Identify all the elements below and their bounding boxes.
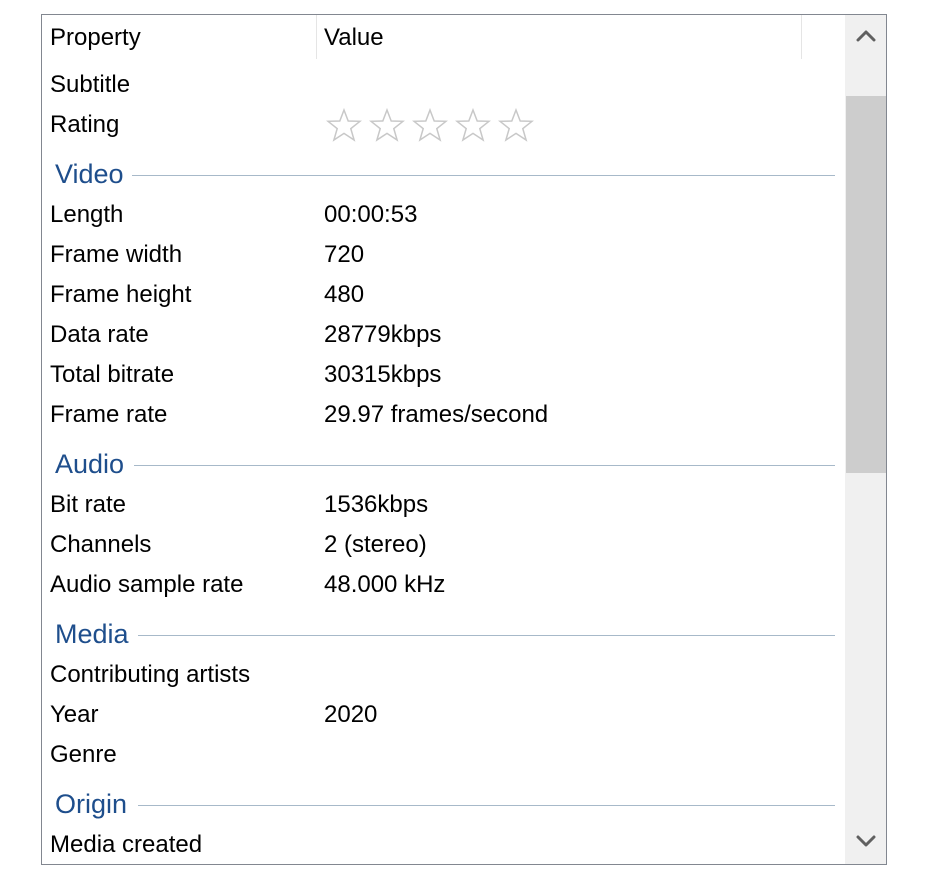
property-key: Year bbox=[50, 701, 99, 728]
property-row-genre[interactable]: Genre bbox=[42, 735, 845, 775]
column-header-property[interactable]: Property bbox=[50, 15, 315, 59]
group-header-media: Media bbox=[42, 609, 845, 659]
group-header-origin: Origin bbox=[42, 779, 845, 829]
properties-panel: Property Value Subtitle Rating Video Len… bbox=[41, 14, 887, 865]
property-key: Genre bbox=[50, 741, 117, 768]
property-value: 30315kbps bbox=[324, 361, 442, 388]
property-key: Bit rate bbox=[50, 491, 127, 518]
scroll-down-button[interactable] bbox=[845, 820, 886, 864]
group-title: Origin bbox=[55, 789, 128, 819]
property-list: Property Value Subtitle Rating Video Len… bbox=[42, 15, 845, 864]
star-outline-icon[interactable] bbox=[367, 105, 410, 145]
group-header-video: Video bbox=[42, 149, 845, 199]
property-row-audio-sample-rate[interactable]: Audio sample rate 48.000 kHz bbox=[42, 565, 845, 605]
property-row-media-created[interactable]: Media created bbox=[42, 825, 845, 864]
chevron-down-icon bbox=[856, 835, 876, 847]
property-key: Frame width bbox=[50, 241, 183, 268]
property-row-year[interactable]: Year 2020 bbox=[42, 695, 845, 735]
column-header-value[interactable]: Value bbox=[316, 15, 802, 59]
property-value: 28779kbps bbox=[324, 321, 442, 348]
group-title: Video bbox=[55, 159, 124, 189]
property-row-frame-rate[interactable]: Frame rate 29.97 frames/second bbox=[42, 395, 845, 435]
scrollbar-thumb[interactable] bbox=[846, 96, 886, 473]
property-value: 480 bbox=[324, 281, 365, 308]
group-divider bbox=[138, 805, 835, 806]
star-outline-icon[interactable] bbox=[453, 105, 496, 145]
property-key: Rating bbox=[50, 111, 120, 138]
property-row-data-rate[interactable]: Data rate 28779kbps bbox=[42, 315, 845, 355]
property-value: 720 bbox=[324, 241, 365, 268]
property-row-contributing-artists[interactable]: Contributing artists bbox=[42, 655, 845, 695]
group-divider bbox=[134, 465, 835, 466]
star-outline-icon[interactable] bbox=[410, 105, 453, 145]
property-key: Frame rate bbox=[50, 401, 168, 428]
property-row-length[interactable]: Length 00:00:53 bbox=[42, 195, 845, 235]
property-key: Contributing artists bbox=[50, 661, 251, 688]
property-row-subtitle[interactable]: Subtitle bbox=[42, 65, 845, 105]
rating-stars[interactable] bbox=[324, 105, 539, 145]
group-title: Media bbox=[55, 619, 129, 649]
property-row-frame-height[interactable]: Frame height 480 bbox=[42, 275, 845, 315]
property-row-bit-rate[interactable]: Bit rate 1536kbps bbox=[42, 485, 845, 525]
column-header: Property Value bbox=[42, 15, 845, 59]
property-key: Channels bbox=[50, 531, 152, 558]
chevron-up-icon bbox=[856, 30, 876, 42]
property-key: Subtitle bbox=[50, 71, 131, 98]
property-key: Frame height bbox=[50, 281, 192, 308]
group-title: Audio bbox=[55, 449, 125, 479]
property-value: 2 (stereo) bbox=[324, 531, 427, 558]
property-key: Data rate bbox=[50, 321, 149, 348]
property-key: Total bitrate bbox=[50, 361, 175, 388]
property-key: Audio sample rate bbox=[50, 571, 244, 598]
property-value: 00:00:53 bbox=[324, 201, 418, 228]
property-row-frame-width[interactable]: Frame width 720 bbox=[42, 235, 845, 275]
property-key: Media created bbox=[50, 831, 203, 858]
group-header-audio: Audio bbox=[42, 439, 845, 489]
group-divider bbox=[138, 635, 835, 636]
property-key: Length bbox=[50, 201, 124, 228]
property-value: 1536kbps bbox=[324, 491, 429, 518]
star-outline-icon[interactable] bbox=[324, 105, 367, 145]
property-value: 48.000 kHz bbox=[324, 571, 446, 598]
vertical-scrollbar[interactable] bbox=[845, 15, 886, 864]
property-row-rating[interactable]: Rating bbox=[42, 105, 845, 145]
property-value[interactable]: 2020 bbox=[324, 695, 377, 735]
star-outline-icon[interactable] bbox=[496, 105, 539, 145]
group-divider bbox=[132, 175, 835, 176]
property-value: 29.97 frames/second bbox=[324, 401, 549, 428]
property-row-total-bitrate[interactable]: Total bitrate 30315kbps bbox=[42, 355, 845, 395]
property-row-channels[interactable]: Channels 2 (stereo) bbox=[42, 525, 845, 565]
scroll-up-button[interactable] bbox=[845, 15, 886, 59]
